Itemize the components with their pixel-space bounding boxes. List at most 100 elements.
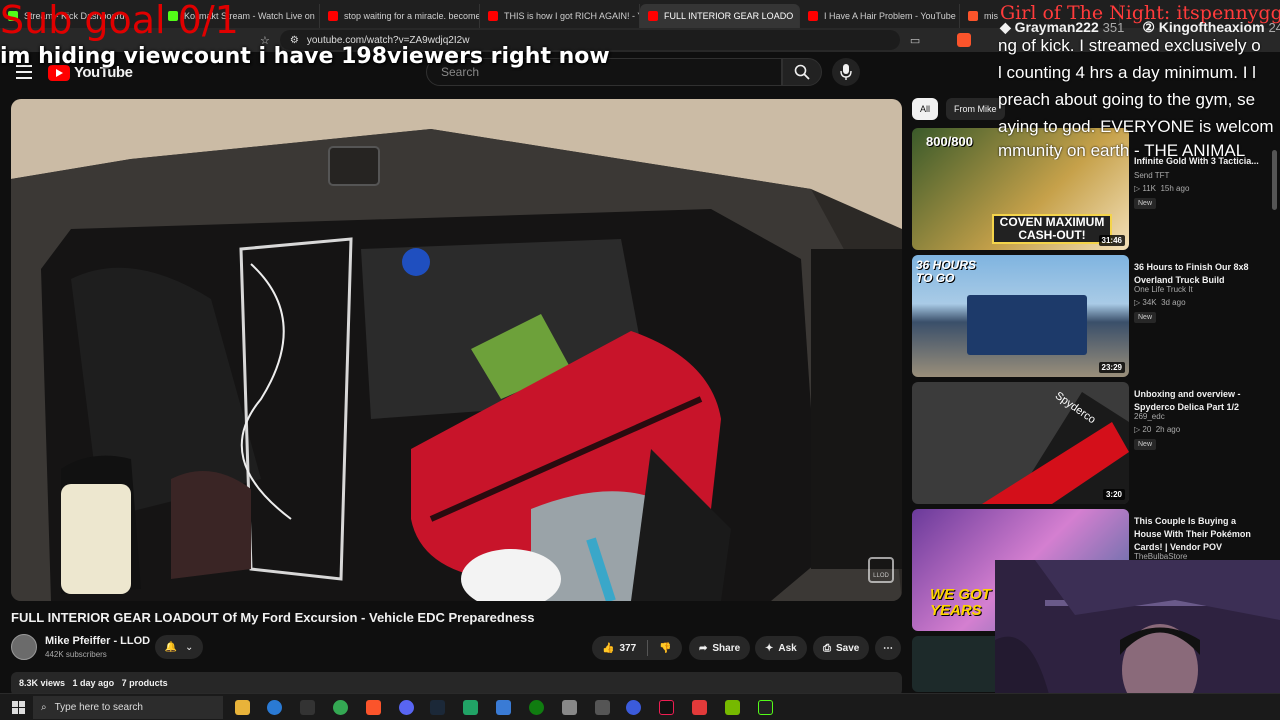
video-player[interactable]: LLOD: [11, 99, 902, 601]
share-label: Share: [712, 642, 741, 654]
edge-icon[interactable]: [267, 700, 282, 715]
bookmark-icon: ⎙: [823, 642, 831, 654]
recommendation-channel[interactable]: One Life Truck It: [1134, 285, 1193, 294]
thumbs-down-icon: 👎: [659, 642, 672, 654]
browser-tab-label: stop waiting for a miracle. become: [344, 10, 480, 21]
video-thumbnail[interactable]: 36 HOURS TO GO 23:29: [912, 255, 1129, 377]
recommendation-meta: ▷ 20 2h ago: [1134, 425, 1181, 434]
save-button[interactable]: ⎙ Save: [813, 636, 870, 660]
youtube-icon: [808, 10, 818, 21]
messenger-icon[interactable]: [626, 700, 641, 715]
knife-graphic: [982, 392, 1129, 504]
more-actions-button[interactable]: ⋯: [875, 636, 901, 660]
browser-tab-label: FULL INTERIOR GEAR LOADO: [664, 10, 794, 21]
search-button[interactable]: [782, 58, 822, 86]
recommendation-age: 15h ago: [1160, 184, 1190, 193]
video-duration: 31:46: [1098, 235, 1125, 246]
brave-shields-icon[interactable]: [957, 33, 971, 47]
channel-watermark[interactable]: LLOD: [868, 557, 894, 583]
viewcount-overlay: im hiding viewcount i have 198viewers ri…: [0, 44, 610, 69]
new-badge: New: [1134, 312, 1157, 323]
nvidia-icon[interactable]: [725, 700, 740, 715]
taskbar-search[interactable]: ⌕ Type here to search: [33, 696, 223, 719]
recommendation-title[interactable]: 36 Hours to Finish Our 8x8 Overland Truc…: [1134, 261, 1264, 287]
recommendation-title[interactable]: Unboxing and overview - Spyderco Delica …: [1134, 388, 1264, 414]
file-explorer-icon[interactable]: [235, 700, 250, 715]
kick-app-icon[interactable]: [758, 700, 773, 715]
app-icon-red[interactable]: [692, 700, 707, 715]
recommendation-views: 11K: [1142, 184, 1157, 193]
shield-app-icon[interactable]: [562, 700, 577, 715]
epic-games-icon[interactable]: [300, 700, 315, 715]
tiktok-icon[interactable]: [659, 700, 674, 715]
share-icon: ➦: [699, 642, 708, 654]
products-link[interactable]: 7 products: [122, 678, 168, 688]
channel-avatar[interactable]: [11, 634, 37, 660]
sub-goal-overlay: Sub goal 0/1: [0, 0, 239, 42]
chrome-icon[interactable]: [333, 700, 348, 715]
chat-line: aying to god. EVERYONE is welcom: [998, 117, 1274, 136]
brave-icon: [968, 10, 978, 21]
chip-all[interactable]: All: [912, 98, 939, 120]
browser-tab[interactable]: I Have A Hair Problem - YouTube: [800, 3, 960, 28]
excel-icon[interactable]: [463, 700, 478, 715]
chatter-count: 351: [1102, 20, 1125, 35]
recommendation-meta: ▷ 11K 15h ago: [1134, 184, 1190, 193]
recommendation-channel[interactable]: 269_edc: [1134, 412, 1165, 421]
chat-line: preach about going to the gym, se: [998, 90, 1256, 109]
chat-badge-icon: ◆: [1000, 19, 1011, 35]
recommendation-age: 3d ago: [1161, 298, 1186, 307]
browser-tab[interactable]: FULL INTERIOR GEAR LOADO×: [640, 3, 800, 28]
microphone-icon: [840, 64, 852, 80]
notification-button[interactable]: 🔔 ⌄: [155, 635, 203, 659]
steam-icon[interactable]: [430, 700, 445, 715]
like-button[interactable]: 👍 377: [602, 643, 636, 654]
browser-tab[interactable]: stop waiting for a miracle. become: [320, 3, 480, 28]
recommendation-title[interactable]: This Couple Is Buying a House With Their…: [1134, 515, 1264, 554]
truck-graphic: [967, 295, 1087, 355]
chat-line: l counting 4 hrs a day minimum. I l: [998, 63, 1256, 82]
chatter: ② Kingoftheaxiom 24: [1142, 19, 1280, 36]
video-title: FULL INTERIOR GEAR LOADOUT Of My Ford Ex…: [11, 610, 535, 625]
app-icon[interactable]: [496, 700, 511, 715]
browser-tab[interactable]: THIS is how I got RICH AGAIN! - Yo: [480, 3, 640, 28]
search-icon: [794, 64, 810, 80]
brave-icon[interactable]: [366, 700, 381, 715]
xbox-icon[interactable]: [529, 700, 544, 715]
obs-icon[interactable]: [595, 700, 610, 715]
more-icon: ⋯: [883, 642, 893, 654]
browser-tab-label: I Have A Hair Problem - YouTube: [824, 10, 956, 21]
video-thumbnail[interactable]: Spyderco 3:20: [912, 382, 1129, 504]
ask-button[interactable]: ✦ Ask: [755, 636, 807, 660]
chatter: ◆ Grayman222 351: [1000, 19, 1124, 36]
new-badge: New: [1134, 439, 1157, 450]
filter-chips: All From Mike: [912, 98, 1005, 120]
recommendation-channel[interactable]: Send TFT: [1134, 171, 1169, 180]
chat-line: ng of kick. I streamed exclusively o: [998, 36, 1261, 55]
cast-icon[interactable]: ▭: [910, 34, 920, 47]
chevron-down-icon: ⌄: [185, 641, 194, 653]
upload-age: 1 day ago: [72, 678, 115, 688]
sparkle-icon: ✦: [765, 642, 774, 654]
windows-start-icon[interactable]: [12, 701, 25, 714]
youtube-icon: [328, 10, 338, 21]
discord-icon[interactable]: [399, 700, 414, 715]
chatter-name: Kingoftheaxiom: [1158, 19, 1265, 35]
share-button[interactable]: ➦ Share: [689, 636, 751, 660]
chat-line: mmunity on earth - THE ANIMAL: [998, 141, 1246, 160]
chatter-count: 24: [1268, 20, 1280, 35]
recommendation-views: 20: [1142, 425, 1152, 434]
voice-search-button[interactable]: [832, 58, 860, 86]
like-count: 377: [619, 642, 637, 654]
dislike-button[interactable]: 👎: [659, 643, 671, 654]
view-count: 8.3K views: [19, 678, 66, 688]
thumbnail-text: 36 HOURS TO GO: [916, 258, 977, 285]
save-label: Save: [836, 642, 860, 654]
bell-icon: 🔔: [164, 641, 178, 653]
browser-tab-label: THIS is how I got RICH AGAIN! - Yo: [504, 10, 640, 21]
recommendation-item[interactable]: Spyderco 3:20 Unboxing and overview - Sp…: [912, 382, 1272, 504]
subscriber-count: 442K subscribers: [45, 650, 107, 659]
channel-name[interactable]: Mike Pfeiffer - LLOD: [45, 635, 150, 647]
recommendation-item[interactable]: 36 HOURS TO GO 23:29 36 Hours to Finish …: [912, 255, 1272, 377]
taskbar-search-placeholder: Type here to search: [54, 702, 143, 713]
